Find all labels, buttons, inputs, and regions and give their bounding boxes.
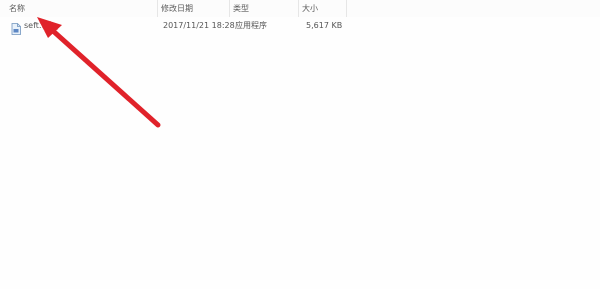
file-modified-date: 2017/11/21 18:28 <box>163 21 235 30</box>
file-row[interactable]: seft…ck 2017/11/21 18:28 应用程序 5,617 KB <box>8 18 353 35</box>
annotation-arrow <box>37 17 161 128</box>
file-size: 5,617 KB <box>306 21 343 30</box>
application-file-icon <box>11 20 21 35</box>
column-header-modified[interactable]: 修改日期 <box>158 2 228 16</box>
file-type: 应用程序 <box>235 21 267 30</box>
arrow-shaft <box>49 27 161 128</box>
column-header-size[interactable]: 大小 <box>299 2 345 16</box>
column-header-name[interactable]: 名称 <box>6 2 156 16</box>
file-name[interactable]: seft…ck <box>24 18 56 34</box>
column-header-row: 名称 修改日期 类型 大小 <box>0 0 600 17</box>
column-divider[interactable] <box>346 0 347 17</box>
column-header-type[interactable]: 类型 <box>230 2 298 16</box>
